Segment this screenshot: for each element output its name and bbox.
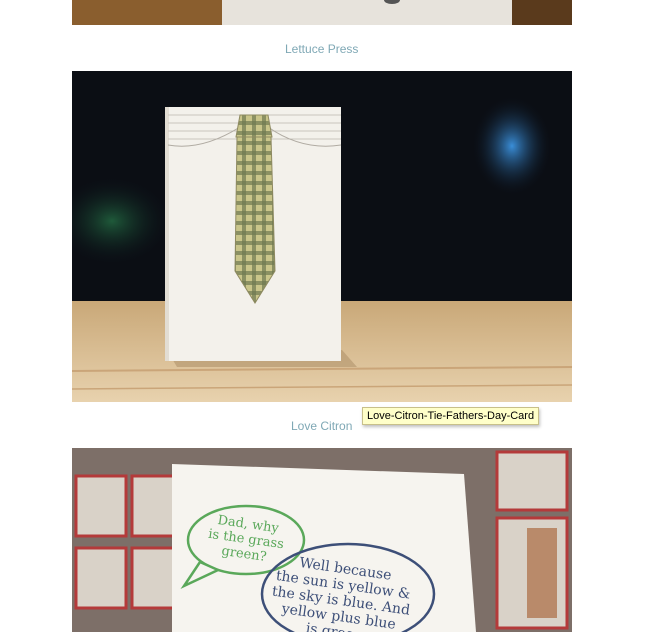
tie-card-image — [72, 71, 572, 402]
photo-top-image — [72, 0, 572, 25]
photo-love-citron-tie-card[interactable] — [72, 71, 572, 402]
tooltip-love-citron: Love-Citron-Tie-Fathers-Day-Card — [362, 407, 540, 425]
photo-top-partial[interactable] — [72, 0, 572, 25]
photo-speech-bubble-card[interactable]: Dad, why is the grass green? Well becaus… — [72, 448, 572, 632]
caption-lettuce-press[interactable]: Lettuce Press — [285, 42, 358, 56]
caption-love-citron[interactable]: Love Citron — [291, 419, 352, 433]
speech-bubble-text: Dad, why is the grass green? Well becaus… — [207, 513, 411, 632]
